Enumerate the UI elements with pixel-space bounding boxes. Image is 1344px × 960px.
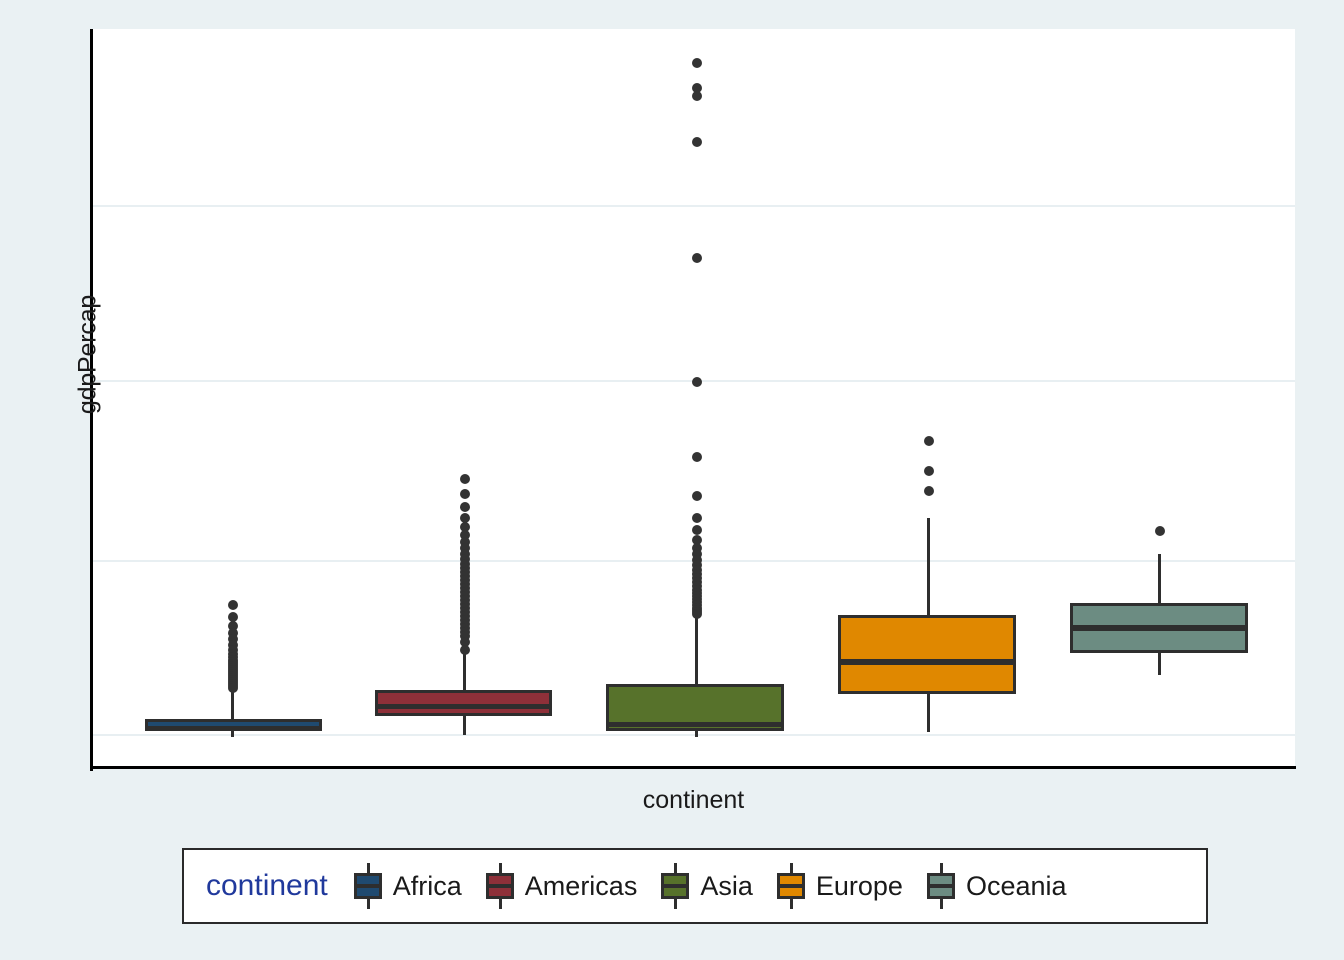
whisker-asia-upper <box>695 613 698 684</box>
legend-label: Europe <box>815 870 903 901</box>
boxplot-key-icon <box>353 863 382 909</box>
legend-item-europe[interactable]: Europe <box>776 863 903 909</box>
x-axis-line <box>90 766 1296 769</box>
legend-label: Asia <box>700 870 753 901</box>
chart-root: gdpPercap continent continent Africa Ame… <box>0 0 1344 960</box>
median-americas <box>375 704 552 709</box>
outlier-point <box>460 474 470 484</box>
whisker-oceania-upper <box>1158 554 1161 603</box>
outlier-point <box>924 466 934 476</box>
outlier-point <box>924 436 934 446</box>
whisker-europe-upper <box>927 518 930 615</box>
legend: continent Africa Americas Asia Europe Oc… <box>182 848 1208 924</box>
median-europe <box>838 659 1016 665</box>
whisker-asia-lower <box>695 731 698 737</box>
outlier-point <box>692 91 702 101</box>
boxplot-key-icon <box>776 863 805 909</box>
box-europe[interactable] <box>838 615 1016 694</box>
box-americas[interactable] <box>375 690 552 716</box>
whisker-africa-lower <box>231 731 234 737</box>
plot-area <box>92 29 1295 769</box>
box-africa[interactable] <box>145 719 322 731</box>
legend-label: Americas <box>524 870 638 901</box>
legend-item-americas[interactable]: Americas <box>485 863 638 909</box>
median-oceania <box>1070 625 1248 631</box>
boxplot-key-icon <box>661 863 690 909</box>
outlier-point <box>692 58 702 68</box>
whisker-americas-lower <box>463 716 466 735</box>
whisker-americas-upper <box>463 652 466 690</box>
boxplot-key-icon <box>926 863 955 909</box>
outlier-point <box>228 683 238 693</box>
legend-item-africa[interactable]: Africa <box>353 863 462 909</box>
outlier-point <box>692 377 702 387</box>
outlier-point <box>460 645 470 655</box>
median-africa <box>145 726 322 729</box>
outlier-point <box>692 452 702 462</box>
gridline-1 <box>92 205 1295 207</box>
legend-item-oceania[interactable]: Oceania <box>926 863 1067 909</box>
outlier-point <box>924 486 934 496</box>
legend-label: Africa <box>392 870 462 901</box>
outlier-point <box>228 600 238 610</box>
legend-item-asia[interactable]: Asia <box>661 863 753 909</box>
whisker-oceania-lower <box>1158 653 1161 675</box>
whisker-europe-lower <box>927 694 930 732</box>
x-axis-title: continent <box>642 786 745 814</box>
outlier-point <box>460 489 470 499</box>
gridline-4 <box>92 734 1295 736</box>
outlier-point <box>460 502 470 512</box>
outlier-point <box>692 253 702 263</box>
boxplot-key-icon <box>485 863 514 909</box>
outlier-point <box>692 525 702 535</box>
y-axis-title: gdpPercap <box>73 294 102 415</box>
outlier-point <box>692 491 702 501</box>
legend-title: continent <box>206 869 328 902</box>
legend-label: Oceania <box>965 870 1067 901</box>
outlier-point <box>692 513 702 523</box>
outlier-point <box>692 609 702 619</box>
outlier-point <box>692 137 702 147</box>
median-asia <box>606 722 784 727</box>
outlier-point <box>1155 526 1165 536</box>
